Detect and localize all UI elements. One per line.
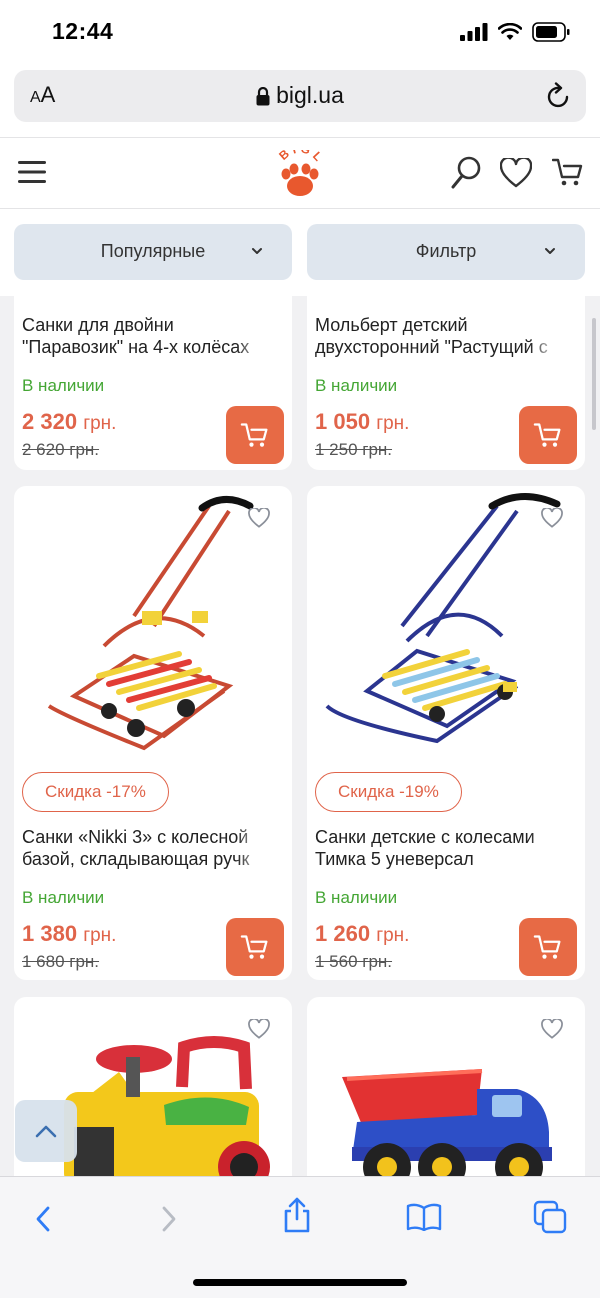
product-title[interactable]: Мольберт детский двухсторонний "Растущий… <box>315 314 559 358</box>
chevron-down-icon <box>252 248 262 254</box>
old-price: 2 620 грн. <box>22 440 100 459</box>
filter-dropdown[interactable]: Фильтр <box>307 224 585 280</box>
product-grid: Санки для двойни "Паравозик" на 4-х колё… <box>0 296 600 1176</box>
search-icon[interactable] <box>450 156 482 190</box>
price: 1 050 грн. <box>315 409 410 434</box>
price: 1 380 грн. <box>22 921 117 946</box>
bigl-logo[interactable]: B I G L <box>272 141 328 203</box>
cart-icon <box>240 935 268 959</box>
hamburger-menu-icon[interactable] <box>18 160 46 184</box>
url-text: bigl.ua <box>276 82 344 108</box>
discount-badge: Скидка -19% <box>315 772 462 812</box>
signal-icon <box>460 23 488 41</box>
sort-dropdown[interactable]: Популярные <box>14 224 292 280</box>
add-to-cart-button[interactable] <box>226 406 284 464</box>
old-price: 1 680 грн. <box>22 952 100 971</box>
stock-status: В наличии <box>22 376 105 395</box>
old-price: 1 250 грн. <box>315 440 393 459</box>
heart-icon[interactable] <box>500 158 532 188</box>
price: 1 260 грн. <box>315 921 410 946</box>
product-card[interactable]: Мольберт детский двухсторонний "Растущий… <box>307 296 585 470</box>
heart-icon[interactable] <box>248 508 270 528</box>
chevron-down-icon <box>545 248 555 254</box>
product-card[interactable]: Скидка -17% Санки «Nikki 3» с колесной б… <box>14 486 292 980</box>
add-to-cart-button[interactable] <box>519 406 577 464</box>
cart-icon[interactable] <box>552 156 584 188</box>
product-card[interactable]: Скидка -19% Санки детские с колесами Тим… <box>307 486 585 980</box>
product-title[interactable]: Санки детские с колесами Тимка 5 уневерс… <box>315 826 559 870</box>
heart-icon[interactable] <box>248 1019 270 1039</box>
add-to-cart-button[interactable] <box>519 918 577 976</box>
forward-icon[interactable] <box>160 1205 178 1233</box>
product-image-blue-sled[interactable] <box>307 486 585 766</box>
cart-icon <box>240 423 268 447</box>
product-card[interactable]: Санки для двойни "Паравозик" на 4-х колё… <box>14 296 292 470</box>
stock-status: В наличии <box>315 376 398 395</box>
stock-status: В наличии <box>22 888 105 907</box>
tabs-icon[interactable] <box>533 1200 567 1234</box>
heart-icon[interactable] <box>541 1019 563 1039</box>
add-to-cart-button[interactable] <box>226 918 284 976</box>
chevron-up-icon <box>35 1125 57 1138</box>
product-card[interactable] <box>307 997 585 1176</box>
share-icon[interactable] <box>282 1197 312 1233</box>
home-indicator <box>193 1279 407 1286</box>
product-image-red-sled[interactable] <box>14 486 292 766</box>
site-header: B I G L <box>0 137 600 209</box>
url-field[interactable]: bigl.ua <box>14 82 586 109</box>
price: 2 320 грн. <box>22 409 117 434</box>
old-price: 1 560 грн. <box>315 952 393 971</box>
stock-status: В наличии <box>315 888 398 907</box>
product-title[interactable]: Санки «Nikki 3» с колесной базой, склады… <box>22 826 266 870</box>
heart-icon[interactable] <box>541 508 563 528</box>
battery-icon <box>532 22 570 42</box>
svg-text:B I G L: B I G L <box>276 150 325 164</box>
paw-logo-icon: B I G L <box>276 141 325 196</box>
back-icon[interactable] <box>34 1205 52 1233</box>
address-bar[interactable]: AA bigl.ua <box>14 70 586 122</box>
discount-badge: Скидка -17% <box>22 772 169 812</box>
cart-icon <box>533 935 561 959</box>
reload-icon[interactable] <box>546 82 572 110</box>
page-scrollbar[interactable] <box>592 318 596 430</box>
product-title[interactable]: Санки для двойни "Паравозик" на 4-х колё… <box>22 314 266 358</box>
cart-icon <box>533 423 561 447</box>
status-time: 12:44 <box>52 18 114 44</box>
wifi-icon <box>498 23 522 40</box>
scroll-to-top-button[interactable] <box>15 1100 77 1162</box>
status-bar: 12:44 <box>0 0 600 66</box>
status-icons <box>460 22 570 42</box>
bookmarks-icon[interactable] <box>406 1203 442 1231</box>
lock-icon <box>256 87 270 106</box>
